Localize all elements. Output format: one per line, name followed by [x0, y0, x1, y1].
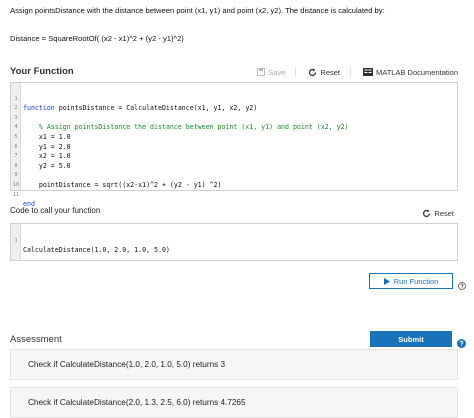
your-function-title: Your Function [10, 66, 74, 77]
reset-icon [422, 209, 431, 218]
assessment-title: Assessment [10, 334, 62, 345]
problem-prompt: Assign pointsDistance with the distance … [10, 6, 385, 15]
reset-function-button[interactable]: Reset [308, 68, 340, 77]
run-function-button[interactable]: Run Function [369, 273, 453, 289]
code-line: 3 % Assign pointsDistance the distance b… [14, 114, 349, 132]
help-icon[interactable] [457, 335, 466, 353]
toolbar-divider [295, 67, 297, 77]
code-line: 7 y2 = 5.0 [14, 153, 71, 170]
reset-label: Reset [434, 209, 454, 218]
assessment-check[interactable]: Check if CalculateDistance(1.0, 2.0, 1.0… [10, 349, 458, 380]
code-line: 8 [14, 162, 18, 169]
code-line: 4 x1 = 1.0 [14, 124, 71, 141]
code-line: 11 end [12, 191, 35, 209]
save-icon [257, 68, 266, 76]
code-line: 10 [12, 181, 20, 188]
help-icon[interactable] [458, 277, 466, 295]
code-line: 2 [14, 105, 18, 112]
code-line: 5 y1 = 2.0 [14, 133, 71, 151]
code-line: 6 x2 = 1.0 [14, 143, 71, 161]
save-button[interactable]: Save [257, 68, 285, 77]
code-line: 1 CalculateDistance(1.0, 2.0, 1.0, 5.0) [14, 237, 170, 255]
reset-call-code-button[interactable]: Reset [422, 209, 454, 218]
documentation-label: MATLAB Documentation [376, 67, 458, 77]
code-line: 1 function pointsDistance = CalculateDis… [14, 95, 258, 113]
reset-label: Reset [320, 67, 341, 77]
assessment-check-label: Check if CalculateDistance(1.0, 2.0, 1.0… [28, 360, 226, 369]
toolbar-divider [350, 67, 352, 77]
assessment-check-label: Check if CalculateDistance(2.0, 1.3, 2.5… [28, 398, 246, 407]
call-code-title: Code to call your function [10, 206, 101, 215]
assessment-check[interactable]: Check if CalculateDistance(2.0, 1.3, 2.5… [10, 387, 458, 418]
save-label: Save [268, 67, 286, 77]
function-editor[interactable]: 1 function pointsDistance = CalculateDis… [10, 82, 458, 209]
run-function-label: Run Function [393, 276, 439, 286]
distance-formula: Distance = SquareRootOf( (x2 - x1)^2 + (… [10, 34, 184, 43]
submit-button[interactable]: Submit [370, 331, 452, 347]
code-line: 9 pointDistance = sqrt((x2-x1)^2 + (y2 -… [14, 172, 222, 189]
documentation-icon [363, 68, 374, 76]
reset-icon [308, 68, 317, 77]
call-code-editor[interactable]: 1 CalculateDistance(1.0, 2.0, 1.0, 5.0) [10, 223, 458, 261]
matlab-documentation-button[interactable]: MATLAB Documentation [363, 68, 458, 77]
play-icon [383, 277, 390, 285]
function-toolbar: Save Reset MATLAB Documentation [245, 67, 458, 77]
